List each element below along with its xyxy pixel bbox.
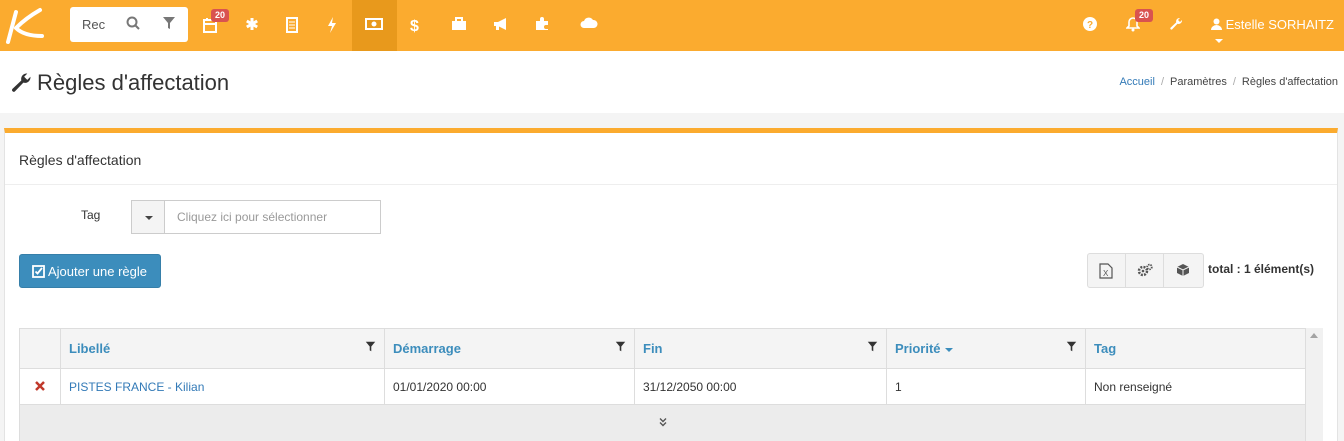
header-libelle[interactable]: Libellé [60,328,385,369]
svg-text:X: X [1103,269,1109,278]
nav-tools[interactable] [1156,0,1196,51]
nav-calendar[interactable]: 20 [190,0,230,51]
page-title: Règles d'affectation [37,70,230,95]
tag-placeholder: Cliquez ici pour sélectionner [177,210,328,224]
chevron-down-icon [1215,38,1223,43]
wrench-icon [12,73,31,92]
tag-select[interactable]: Cliquez ici pour sélectionner [131,200,381,234]
nav-cloud[interactable] [567,0,607,51]
load-more-cell[interactable] [19,404,1306,441]
breadcrumb-settings: Paramètres [1170,76,1227,88]
header-tag-label: Tag [1094,341,1117,356]
header-libelle-label: Libellé [69,341,111,356]
search-input[interactable]: Rec [82,17,105,32]
table-header-row: Libellé Démarrage Fin Priorité Tag [19,328,1306,369]
header-fin[interactable]: Fin [634,328,887,369]
filter-icon[interactable] [365,341,376,352]
nav-plugins[interactable] [522,0,562,51]
excel-file-icon: X [1099,263,1113,279]
page-header: Règles d'affectation Accueil / Paramètres /… [0,51,1344,113]
calendar-badge: 20 [211,9,230,22]
user-name: Estelle SORHAITZ [1225,17,1334,32]
cell-libelle: PISTES FRANCE - Kilian [60,368,385,405]
divider [5,184,1337,185]
cell-priorite: 1 [886,368,1086,405]
notifications-badge: 20 [1135,9,1154,22]
sort-desc-icon [944,347,953,352]
delete-icon[interactable] [35,380,45,391]
tag-dropdown-toggle[interactable] [132,201,165,233]
cloud-icon [580,17,598,28]
add-rule-button[interactable]: Ajouter une règle [19,254,161,288]
nav-finance[interactable]: $ [397,0,437,51]
load-more-row[interactable] [19,404,1306,441]
actions-header [19,328,61,369]
breadcrumb: Accueil / Paramètres / Règles d'affectation [1119,76,1338,88]
svg-text:$: $ [410,18,419,33]
breadcrumb-home[interactable]: Accueil [1119,76,1154,88]
packages-button[interactable] [1165,254,1203,287]
user-menu[interactable]: Estelle SORHAITZ [1211,17,1344,47]
search-icon[interactable] [126,16,140,30]
svg-text:?: ? [1087,20,1093,31]
total-count: total : 1 élément(s) [1208,262,1315,276]
rules-panel: Règles d'affectation Tag Cliquez ici pou… [4,128,1338,441]
nav-marketing[interactable] [480,0,520,51]
dollar-icon: $ [410,18,419,33]
nav-briefcase[interactable] [438,0,478,51]
banknote-icon [365,18,383,30]
add-rule-label: Ajouter une règle [48,264,148,279]
header-priorite-label: Priorité [895,341,941,356]
filter-icon[interactable] [1066,341,1077,352]
header-demarrage[interactable]: Démarrage [384,328,635,369]
app-logo[interactable] [0,0,48,51]
user-icon [1211,18,1222,30]
document-icon [286,17,298,33]
header-demarrage-label: Démarrage [393,341,461,356]
nav-documents[interactable] [273,0,313,51]
nav-settings-asterisk[interactable] [232,0,272,51]
cell-tag: Non renseigné [1085,368,1306,405]
search-box[interactable]: Rec [70,7,188,42]
row-actions [19,368,61,405]
nav-activity[interactable] [314,0,354,51]
help-icon: ? [1083,17,1097,31]
puzzle-icon [536,17,548,30]
column-settings-button[interactable] [1126,254,1164,287]
tag-label: Tag [81,208,101,222]
asterisk-icon [246,18,258,30]
gears-icon [1137,263,1153,277]
header-tag[interactable]: Tag [1085,328,1306,369]
table-tools: X [1087,253,1204,288]
breadcrumb-current: Règles d'affectation [1241,76,1338,88]
table-row: PISTES FRANCE - Kilian 01/01/2020 00:00 … [19,368,1306,405]
rules-table: Libellé Démarrage Fin Priorité Tag PISTE… [19,328,1306,441]
top-navbar: Rec 20 $ ? 20 Estelle SORHAITZ [0,0,1344,51]
cell-demarrage: 01/01/2020 00:00 [384,368,635,405]
export-excel-button[interactable]: X [1088,254,1126,287]
filter-icon[interactable] [867,341,878,352]
table-scrollbar[interactable] [1306,328,1323,441]
bullhorn-icon [494,18,506,30]
double-chevron-down-icon [659,418,666,427]
nav-money[interactable] [352,0,397,51]
check-square-icon [32,265,45,278]
briefcase-icon [452,17,466,30]
wrench-icon [1170,17,1183,30]
nav-help[interactable]: ? [1070,0,1110,51]
cell-fin: 31/12/2050 00:00 [634,368,887,405]
scroll-up-icon[interactable] [1310,333,1318,338]
bolt-icon [328,17,336,33]
panel-title: Règles d'affectation [19,152,142,168]
filter-icon[interactable] [615,341,626,352]
header-fin-label: Fin [643,341,663,356]
nav-notifications[interactable]: 20 [1113,0,1154,51]
cube-icon [1176,264,1190,276]
caret-down-icon [145,216,153,220]
filter-icon[interactable] [162,16,176,30]
rule-link[interactable]: PISTES FRANCE - Kilian [69,380,204,394]
header-priorite[interactable]: Priorité [886,328,1086,369]
